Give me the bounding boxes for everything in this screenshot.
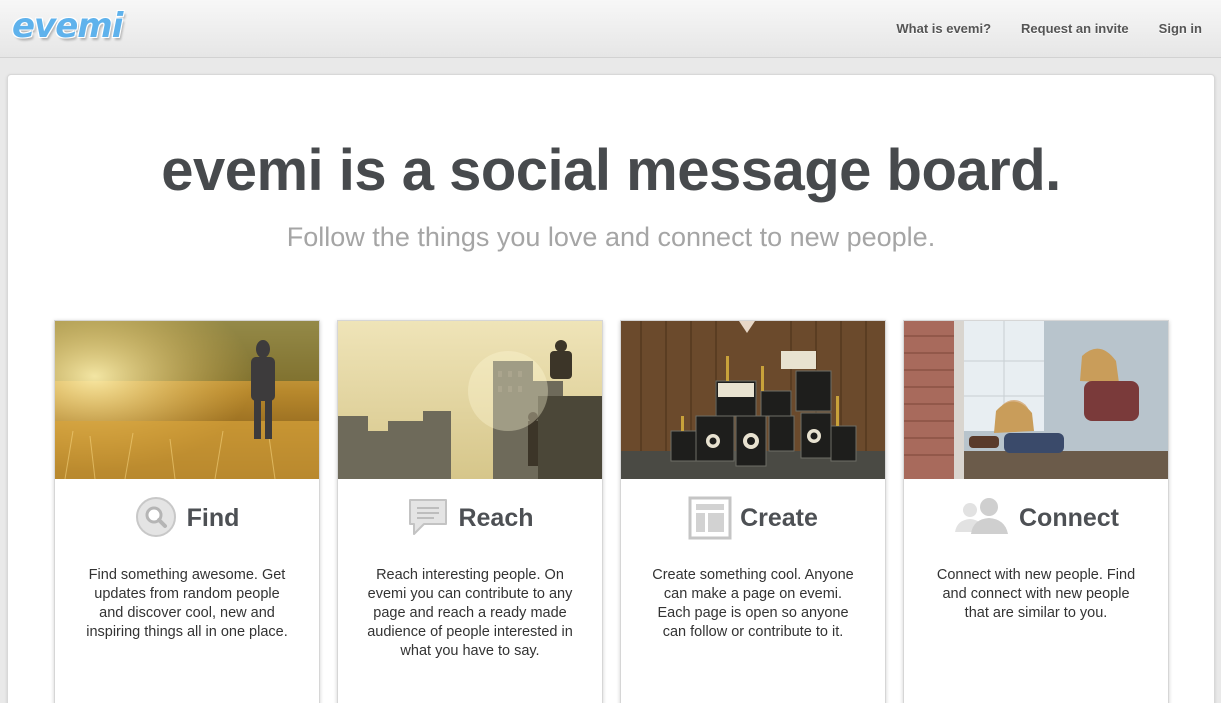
feature-description-connect: Connect with new people. Find and connec… (936, 567, 1136, 621)
top-bar: evemi What is evemi? Request an invite S… (0, 0, 1221, 58)
feature-card-find: Find Find something awesome. Get updates… (54, 320, 320, 703)
feature-description-reach: Reach interesting people. On evemi you c… (367, 567, 573, 659)
page-subheadline: Follow the things you love and connect t… (286, 222, 936, 252)
page-headline: evemi is a social message board. (161, 138, 1061, 203)
main-panel: evemi is a social message board. Follow … (7, 74, 1215, 703)
nav-request-invite[interactable]: Request an invite (1021, 21, 1129, 36)
feature-card-connect: Connect Connect with new people. Find an… (903, 320, 1169, 703)
nav-sign-in[interactable]: Sign in (1159, 21, 1202, 36)
feature-title-row: Connect (904, 496, 1168, 540)
people-icon (953, 496, 1011, 540)
feature-title-find: Find (186, 503, 240, 532)
nav-what-is-evemi[interactable]: What is evemi? (896, 21, 991, 36)
magnifier-icon (135, 496, 179, 540)
top-nav: What is evemi? Request an invite Sign in (896, 21, 1202, 36)
feature-title-connect: Connect (1019, 503, 1119, 532)
feature-title-create: Create (740, 503, 818, 532)
page-layout-icon (688, 496, 732, 540)
feature-description-create: Create something cool. Anyone can make a… (652, 567, 854, 640)
feature-card-create: Create Create something cool. Anyone can… (620, 320, 886, 703)
feature-title-row: Create (621, 496, 885, 540)
feature-photo-window (904, 321, 1168, 479)
speech-bubble-icon (406, 496, 450, 540)
feature-photo-rooftop (338, 321, 602, 479)
feature-photo-field (55, 321, 319, 479)
feature-description-find: Find something awesome. Get updates from… (86, 567, 288, 640)
feature-title-row: Find (55, 496, 319, 540)
evemi-logo[interactable]: evemi (12, 6, 123, 46)
feature-photo-speakers (621, 321, 885, 479)
feature-card-reach: Reach Reach interesting people. On evemi… (337, 320, 603, 703)
feature-title-reach: Reach (458, 503, 534, 532)
feature-title-row: Reach (338, 496, 602, 540)
